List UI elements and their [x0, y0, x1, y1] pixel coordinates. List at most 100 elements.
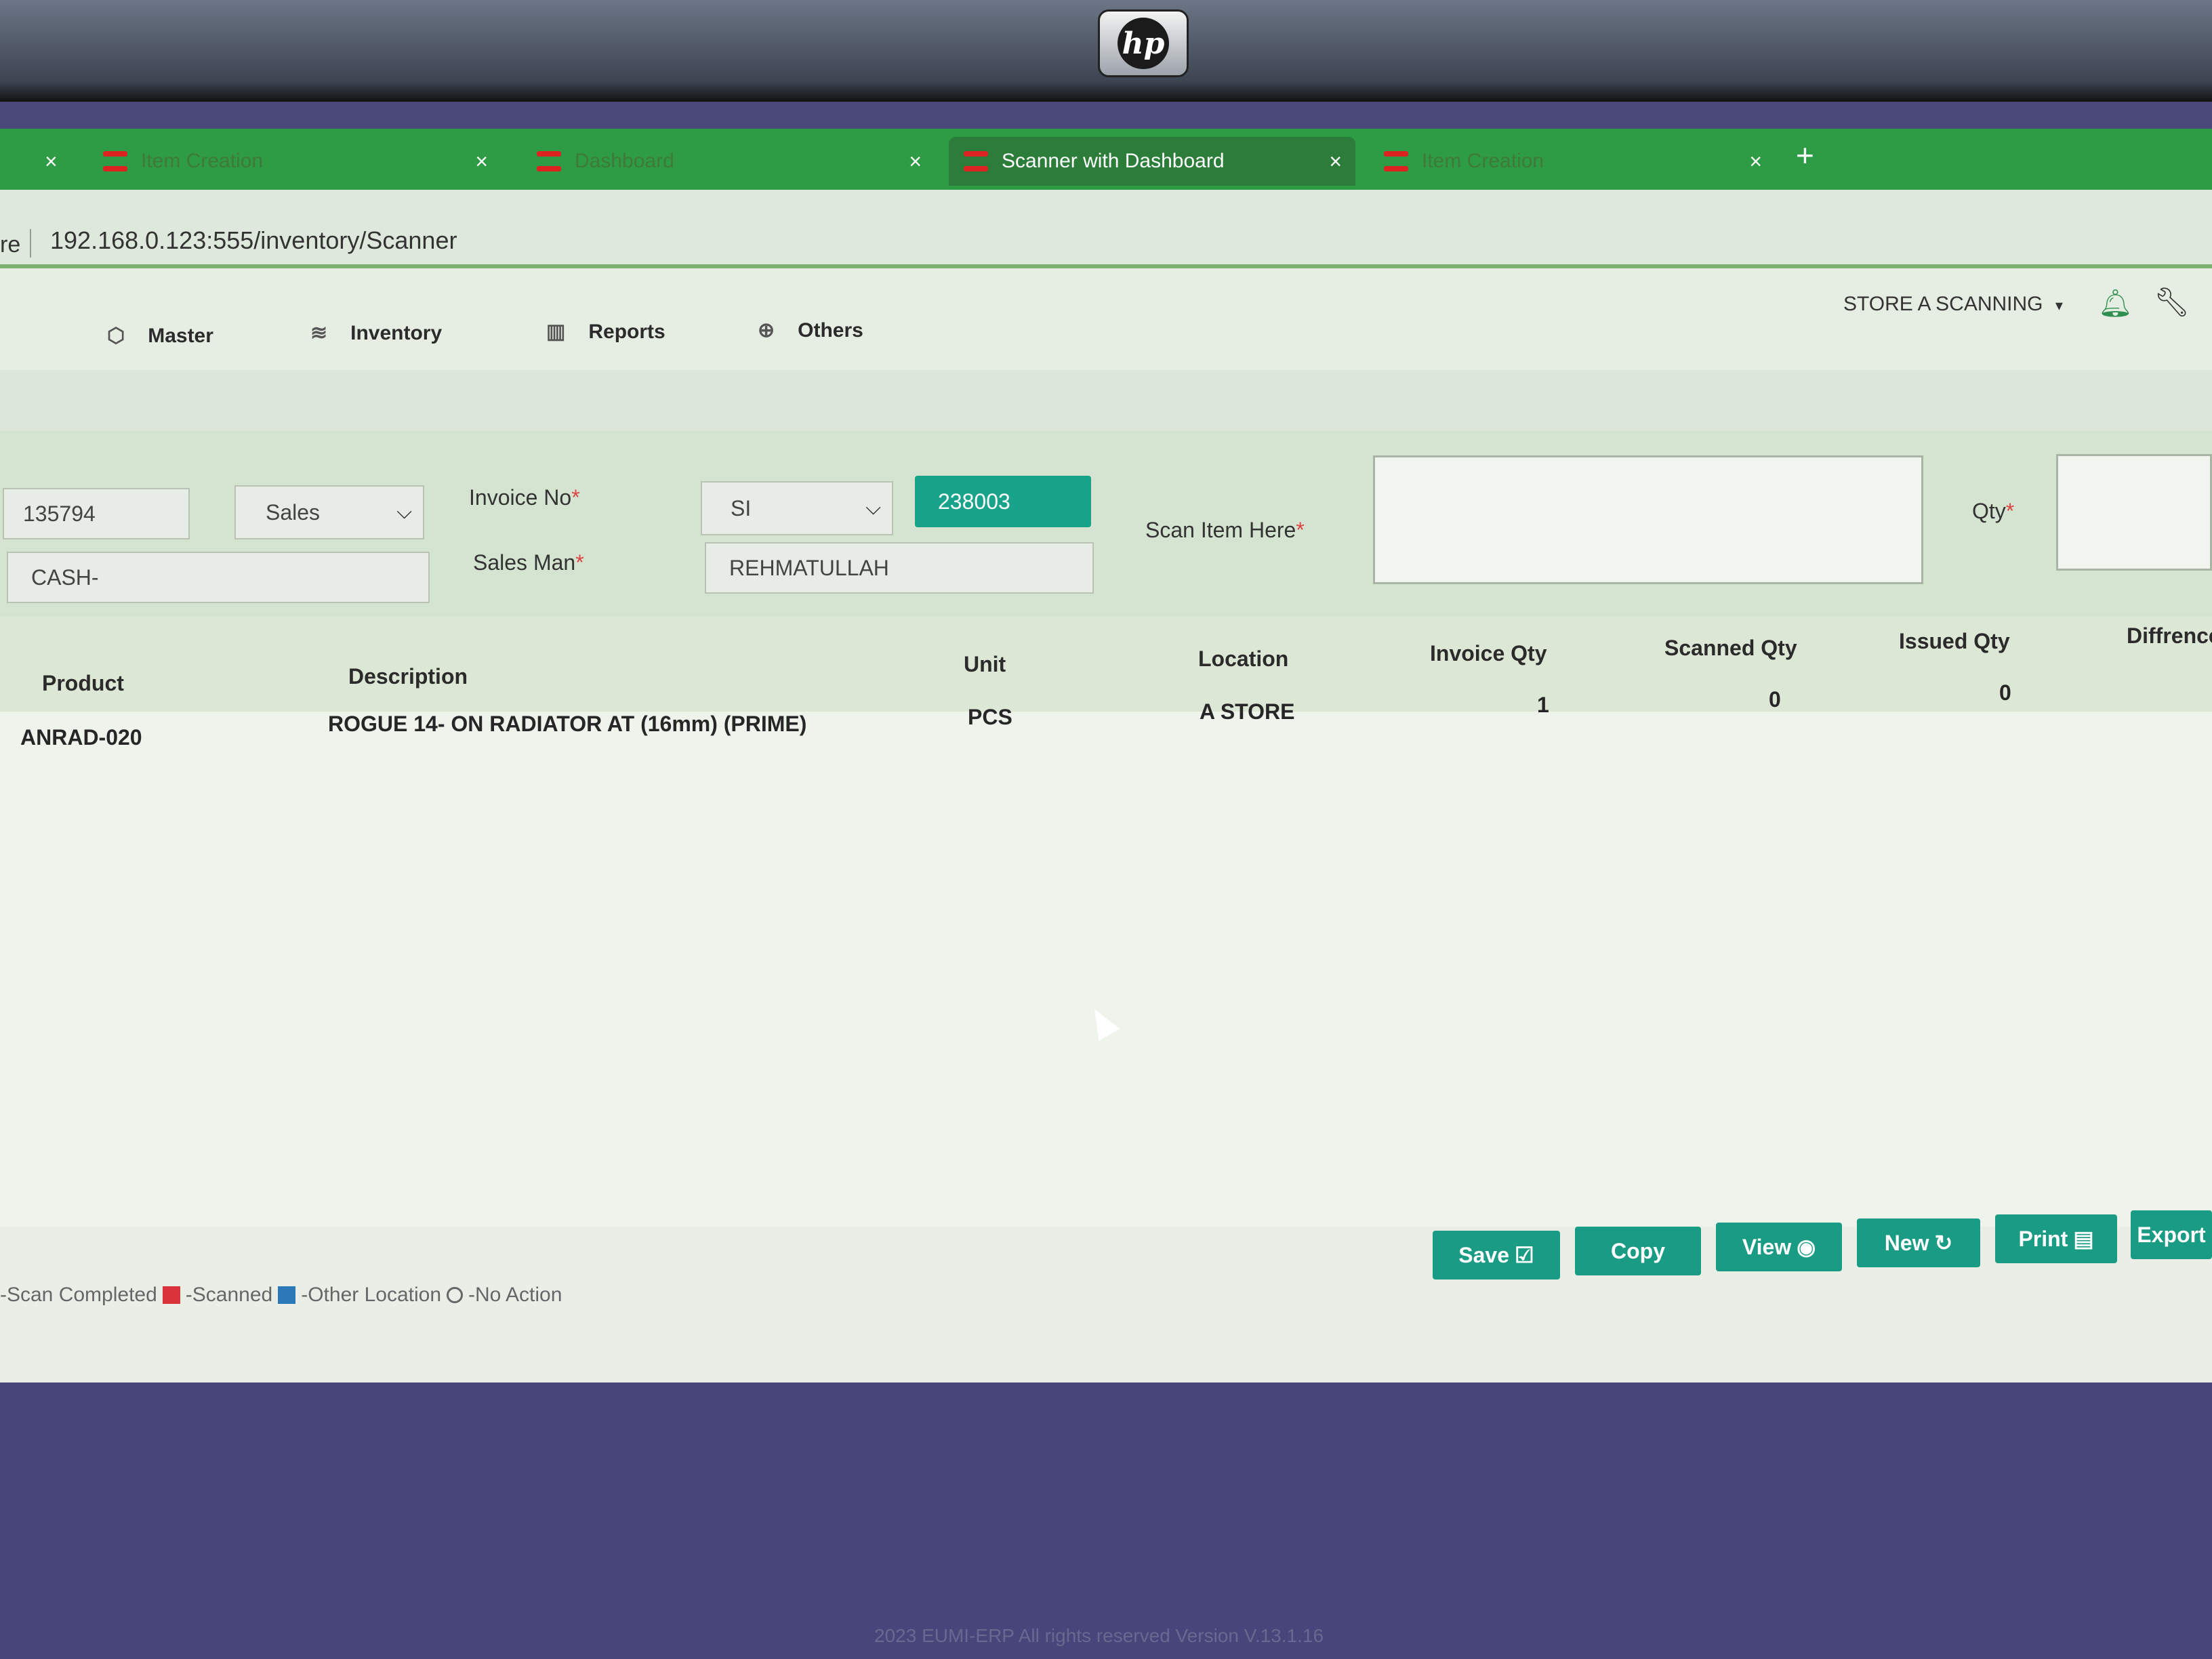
print-label: Print — [2018, 1226, 2068, 1251]
save-label: Save — [1458, 1242, 1510, 1267]
nav-label: Master — [148, 324, 213, 347]
tab-scanner-with-dashboard[interactable]: Scanner with Dashboard × — [949, 137, 1355, 186]
sub-header-bar — [0, 370, 2212, 431]
app-favicon-icon — [537, 151, 561, 171]
cube-icon: ⬡ — [107, 325, 125, 347]
col-location[interactable]: Location — [1198, 647, 1288, 672]
print-button[interactable]: Print ▤ — [1995, 1214, 2117, 1263]
invoice-prefix-select[interactable]: SI ⌵ — [701, 481, 893, 535]
col-unit[interactable]: Unit — [964, 652, 1006, 677]
no-action-circle-icon — [447, 1287, 464, 1303]
new-button[interactable]: New ↻ — [1857, 1218, 1980, 1267]
tab-label: Item Creation — [141, 150, 264, 172]
col-invoice-qty[interactable]: Invoice Qty — [1430, 641, 1547, 666]
status-legend: -Scan Completed -Scanned -Other Location… — [0, 1284, 562, 1307]
nav-label: Reports — [588, 320, 665, 343]
copy-button[interactable]: Copy — [1575, 1227, 1701, 1275]
legend-other-location: -Other Location — [301, 1284, 442, 1306]
doc-number-field[interactable]: 135794 — [3, 488, 190, 539]
bottom-area — [0, 1382, 2212, 1659]
nav-label: Inventory — [350, 321, 443, 344]
qty-label-text: Qty — [1972, 499, 2006, 523]
col-difference[interactable]: Diffrence — [2127, 623, 2212, 649]
col-issued-qty[interactable]: Issued Qty — [1899, 629, 2010, 654]
refresh-icon: ↻ — [1934, 1231, 1953, 1255]
tab-close-icon[interactable]: × — [1329, 149, 1342, 174]
export-label: Export — [2137, 1222, 2206, 1247]
app-favicon-icon — [1384, 151, 1408, 171]
col-scanned-qty[interactable]: Scanned Qty — [1664, 636, 1797, 661]
tab-dashboard[interactable]: Dashboard × — [522, 137, 935, 186]
footer-copyright: 2023 EUMI-ERP All rights reserved Versio… — [874, 1625, 1324, 1646]
qty-label: Qty* — [1972, 499, 2014, 524]
invoice-prefix-value: SI — [731, 495, 752, 520]
legend-no-action: -No Action — [468, 1284, 562, 1306]
chevron-down-icon: ▾ — [2055, 297, 2063, 314]
legend-scanned: -Scanned — [185, 1284, 273, 1306]
invoice-no-label: Invoice No* — [469, 485, 580, 510]
tab-close-icon[interactable]: × — [475, 149, 488, 174]
tab-item-creation-2[interactable]: Item Creation × — [1369, 137, 1776, 186]
close-icon[interactable]: × — [45, 149, 58, 174]
app-favicon-icon — [964, 151, 988, 171]
store-selector[interactable]: STORE A SCANNING ▾ — [1843, 293, 2063, 316]
scan-item-label: Scan Item Here* — [1145, 518, 1305, 543]
col-description[interactable]: Description — [348, 664, 468, 689]
salesman-label: Sales Man* — [473, 550, 584, 575]
address-prefix: re — [0, 232, 21, 258]
doc-type-value: Sales — [266, 499, 321, 525]
chevron-down-icon: ⌵ — [396, 501, 412, 523]
eye-icon: ◉ — [1797, 1235, 1816, 1259]
app-favicon-icon — [103, 151, 127, 171]
tab-label: Dashboard — [575, 150, 674, 172]
col-product[interactable]: Product — [42, 671, 124, 696]
url-field[interactable]: 192.168.0.123:555/inventory/Scanner — [50, 226, 457, 255]
cell-scanned-qty: 0 — [1769, 687, 1781, 712]
scan-item-label-text: Scan Item Here — [1145, 518, 1296, 542]
globe-icon: ⊕ — [758, 319, 775, 342]
export-button[interactable]: Export — [2131, 1210, 2212, 1259]
cell-description: ROGUE 14- ON RADIATOR AT (16mm) (PRIME) — [328, 712, 807, 736]
nav-others[interactable]: ⊕ Others — [758, 319, 863, 342]
wrench-icon[interactable]: 🔧︎ — [2154, 286, 2190, 319]
layers-icon: ≋ — [310, 322, 328, 344]
cell-issued-qty: 0 — [1999, 680, 2011, 705]
cell-product: ANRAD-020 — [20, 725, 142, 750]
cell-unit: PCS — [968, 705, 1012, 729]
tab-label: Scanner with Dashboard — [1002, 150, 1225, 172]
view-label: View — [1742, 1234, 1792, 1259]
invoice-no-label-text: Invoice No — [469, 485, 572, 510]
printer-icon: ▤ — [2073, 1227, 2094, 1251]
tab-item-creation[interactable]: Item Creation × — [88, 137, 501, 186]
invoice-number-field[interactable]: 238003 — [915, 476, 1091, 527]
cell-location: A STORE — [1200, 699, 1295, 724]
required-mark: * — [2005, 499, 2015, 523]
save-button[interactable]: Save ☑ — [1433, 1231, 1560, 1279]
legend-scan-completed: -Scan Completed — [0, 1284, 157, 1306]
qty-input[interactable] — [2056, 454, 2212, 571]
tab-close-icon[interactable]: × — [909, 149, 922, 174]
app-navbar — [0, 268, 2212, 370]
required-mark: * — [571, 485, 580, 510]
new-label: New — [1884, 1230, 1929, 1255]
nav-reports[interactable]: ▥ Reports — [546, 320, 665, 344]
cell-invoice-qty: 1 — [1537, 693, 1549, 717]
salesman-label-text: Sales Man — [473, 550, 576, 575]
customer-field[interactable]: CASH- — [7, 552, 430, 603]
other-location-color-swatch — [278, 1286, 296, 1304]
check-square-icon: ☑ — [1515, 1243, 1534, 1267]
new-tab-button[interactable]: + — [1796, 137, 1814, 173]
tab-label: Item Creation — [1422, 150, 1544, 172]
salesman-field[interactable]: REHMATULLAH — [705, 542, 1094, 594]
hp-logo-text: hp — [1118, 18, 1169, 69]
browser-tab-bar: × Item Creation × Dashboard × Scanner wi… — [0, 129, 2212, 190]
nav-master[interactable]: ⬡ Master — [107, 324, 213, 348]
scan-item-input[interactable] — [1373, 455, 1923, 584]
store-label: STORE A SCANNING — [1843, 293, 2043, 315]
tab-close-icon[interactable]: × — [1749, 149, 1762, 174]
view-button[interactable]: View ◉ — [1716, 1223, 1842, 1271]
doc-type-select[interactable]: Sales ⌵ — [234, 485, 424, 539]
bell-icon[interactable]: 🔔︎ — [2098, 287, 2133, 319]
nav-inventory[interactable]: ≋ Inventory — [310, 321, 442, 345]
address-separator — [30, 229, 31, 258]
